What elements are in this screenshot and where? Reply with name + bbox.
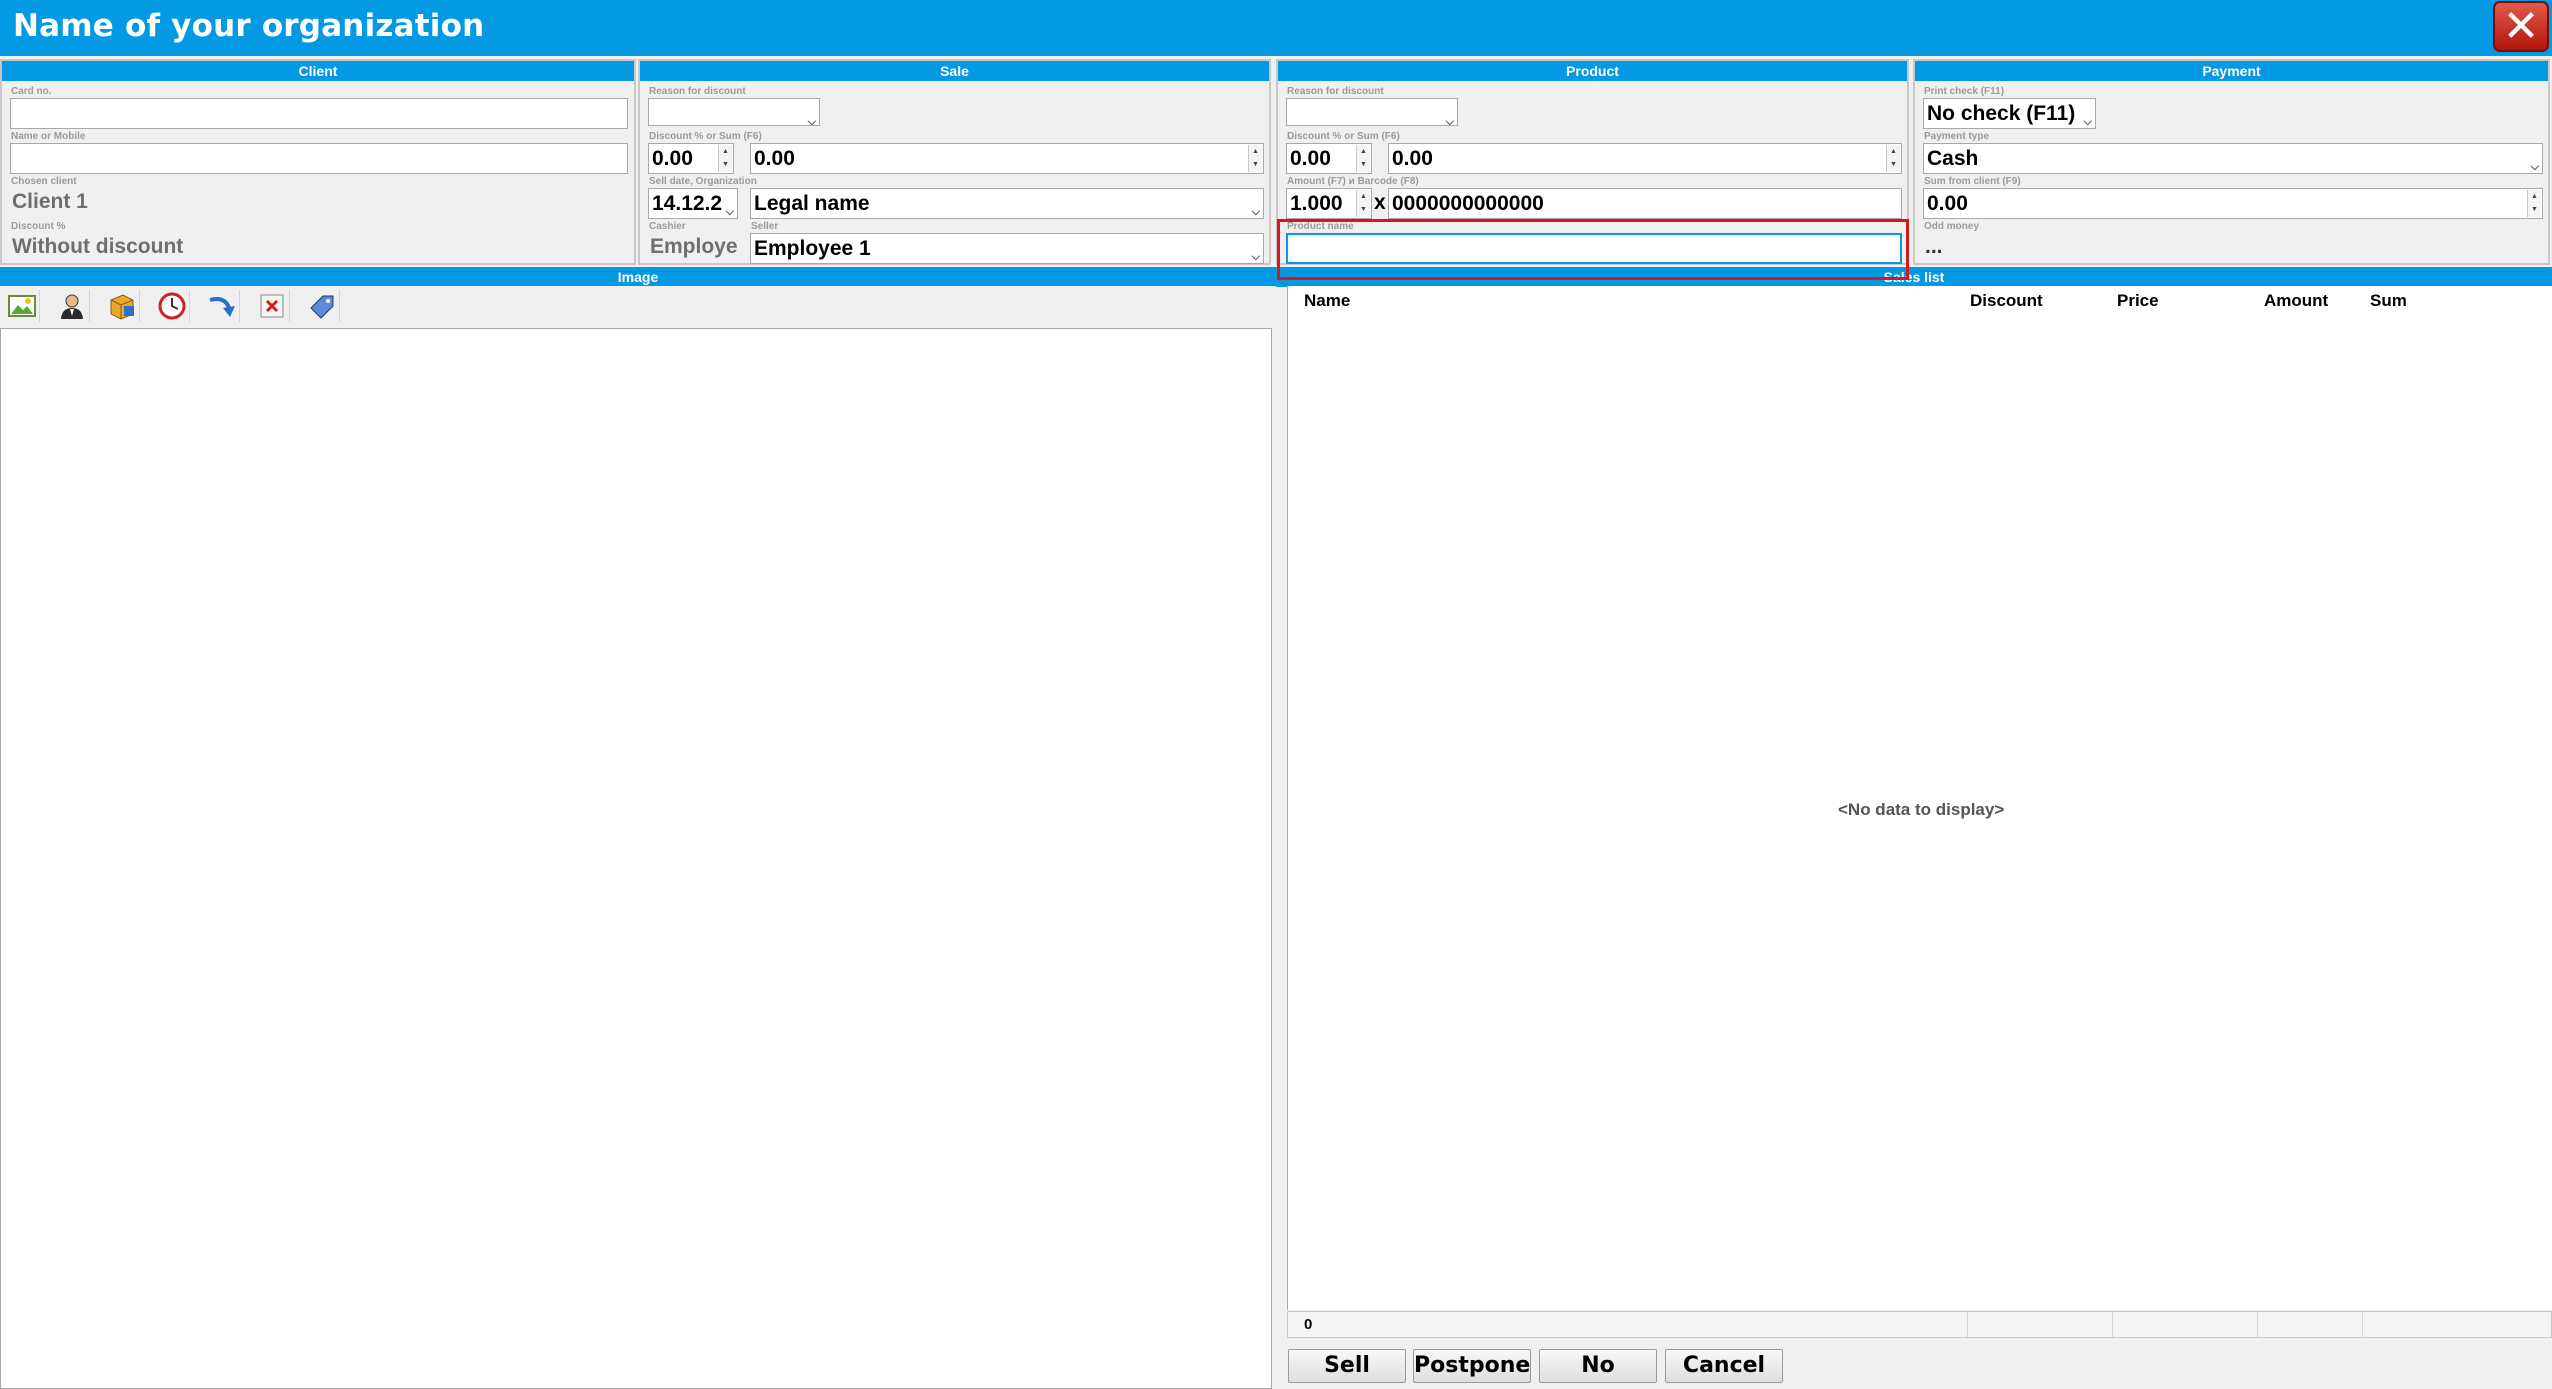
payment-header: Payment <box>1915 61 2548 81</box>
name-mobile-input[interactable] <box>10 143 628 174</box>
product-name-label: Product name <box>1287 221 1354 232</box>
payment-type-select[interactable]: Cash ⌵ <box>1923 143 2543 174</box>
sale-discount-label: Discount % or Sum (F6) <box>649 131 762 142</box>
chevron-down-icon: ⌵ <box>725 206 734 218</box>
sale-reason-select[interactable]: ⌵ <box>648 98 820 126</box>
sale-header: Sale <box>640 61 1269 81</box>
product-discount-label: Discount % or Sum (F6) <box>1287 131 1400 142</box>
organization-select[interactable]: Legal name ⌵ <box>750 188 1264 219</box>
price-tag-button[interactable] <box>304 290 340 322</box>
spin-icon[interactable]: ▲ ▼ <box>1356 190 1370 217</box>
footer-count: 0 <box>1288 1312 1968 1337</box>
image-section-bar: Image <box>0 267 1276 287</box>
products-icon <box>110 294 134 320</box>
spin-icon[interactable]: ▲ ▼ <box>1886 145 1900 172</box>
times-sign: x <box>1374 191 1386 214</box>
return-arrow-icon <box>208 297 235 317</box>
spin-icon[interactable]: ▲ ▼ <box>2527 190 2541 217</box>
seller-label: Seller <box>751 221 779 232</box>
product-panel: Product Reason for discount ⌵ Discount %… <box>1276 59 1909 265</box>
image-button[interactable] <box>4 290 40 322</box>
column-sum[interactable]: Sum <box>2370 291 2407 311</box>
product-name-input[interactable] <box>1286 233 1902 264</box>
grid-footer: 0 <box>1287 1311 2552 1338</box>
print-check-label: Print check (F11) <box>1924 86 2005 97</box>
name-mobile-label: Name or Mobile <box>11 131 86 142</box>
client-discount-label: Discount % <box>11 221 66 232</box>
history-button[interactable] <box>154 290 190 322</box>
sale-reason-label: Reason for discount <box>649 86 746 97</box>
sell-date-picker[interactable]: 14.12.2 ⌵ <box>648 188 738 219</box>
product-header: Product <box>1278 61 1907 81</box>
user-icon <box>60 294 83 319</box>
client-panel: Client Card no. Name or Mobile Chosen cl… <box>0 59 636 265</box>
product-discount-sum-input[interactable]: 0.00 ▲ ▼ <box>1388 143 1902 174</box>
column-name[interactable]: Name <box>1304 291 1350 311</box>
sum-from-client-label: Sum from client (F9) <box>1924 176 2021 187</box>
grid-header: Name Discount Price Amount Sum <box>1288 286 2552 316</box>
product-reason-label: Reason for discount <box>1287 86 1384 97</box>
chevron-down-icon: ⌵ <box>807 116 816 126</box>
footer-amount <box>2258 1312 2363 1337</box>
no-button[interactable]: No <box>1539 1349 1657 1383</box>
delete-button[interactable] <box>254 290 290 322</box>
sell-button[interactable]: Sell <box>1288 1349 1406 1383</box>
image-icon <box>7 295 36 317</box>
barcode-input[interactable]: 0000000000000 <box>1388 188 1902 219</box>
return-button[interactable] <box>204 290 240 322</box>
delete-icon <box>260 294 283 318</box>
footer-discount <box>1968 1312 2113 1337</box>
sale-discount-sum-input[interactable]: 0.00 ▲ ▼ <box>750 143 1264 174</box>
postpone-button[interactable]: Postpone <box>1413 1349 1531 1383</box>
payment-panel: Payment Print check (F11) No check (F11)… <box>1913 59 2550 265</box>
column-amount[interactable]: Amount <box>2264 291 2328 311</box>
sell-date-label: Sell date, Organization <box>649 176 757 187</box>
chosen-client-label: Chosen client <box>11 176 77 187</box>
column-discount[interactable]: Discount <box>1970 291 2043 311</box>
chevron-down-icon: ⌵ <box>2530 161 2539 173</box>
client-header: Client <box>2 61 634 81</box>
odd-money-label: Odd money <box>1924 221 1980 232</box>
close-icon: ✕ <box>2502 0 2540 52</box>
payment-type-label: Payment type <box>1924 131 1990 142</box>
sales-list-section-bar: Sales list <box>1276 267 2552 287</box>
chevron-down-icon: ⌵ <box>1251 206 1260 218</box>
products-button[interactable] <box>104 290 140 322</box>
chosen-client-value: Client 1 <box>12 190 88 213</box>
close-button[interactable]: ✕ <box>2493 1 2549 52</box>
chevron-down-icon: ⌵ <box>2083 116 2092 128</box>
clock-icon <box>158 292 185 320</box>
cancel-button[interactable]: Cancel <box>1665 1349 1783 1383</box>
chevron-down-icon: ⌵ <box>1445 116 1454 126</box>
client-discount-value: Without discount <box>12 235 184 258</box>
sales-grid[interactable]: Name Discount Price Amount Sum <No data … <box>1287 286 2552 1310</box>
seller-select[interactable]: Employee 1 ⌵ <box>750 233 1264 264</box>
sum-from-client-input[interactable]: 0.00 ▲ ▼ <box>1923 188 2543 219</box>
cashier-label: Cashier <box>649 221 686 232</box>
title-bar: Name of your organization ✕ <box>0 0 2552 56</box>
amount-barcode-label: Amount (F7) и Barcode (F8) <box>1287 176 1419 187</box>
card-label: Card no. <box>11 86 52 97</box>
sale-panel: Sale Reason for discount ⌵ Discount % or… <box>638 59 1271 265</box>
price-tag-icon <box>309 295 333 319</box>
amount-input[interactable]: 1.000 ▲ ▼ <box>1286 188 1372 219</box>
product-discount-pct-input[interactable]: 0.00 ▲ ▼ <box>1286 143 1372 174</box>
image-area <box>0 328 1272 1389</box>
spin-icon[interactable]: ▲ ▼ <box>1356 145 1370 172</box>
print-check-select[interactable]: No check (F11) ⌵ <box>1923 98 2096 129</box>
odd-money-value: ... <box>1925 235 1943 258</box>
empty-message: <No data to display> <box>1838 800 2005 819</box>
window-title: Name of your organization <box>13 8 485 44</box>
chevron-down-icon: ⌵ <box>1251 251 1260 263</box>
sale-discount-pct-input[interactable]: 0.00 ▲ ▼ <box>648 143 734 174</box>
column-price[interactable]: Price <box>2117 291 2159 311</box>
spin-icon[interactable]: ▲ ▼ <box>718 145 732 172</box>
client-button[interactable] <box>54 290 90 322</box>
spin-icon[interactable]: ▲ ▼ <box>1248 145 1262 172</box>
cashier-value: Employe <box>650 235 738 258</box>
card-input[interactable] <box>10 98 628 129</box>
footer-price <box>2113 1312 2258 1337</box>
product-reason-select[interactable]: ⌵ <box>1286 98 1458 126</box>
image-toolbar <box>0 286 1276 326</box>
